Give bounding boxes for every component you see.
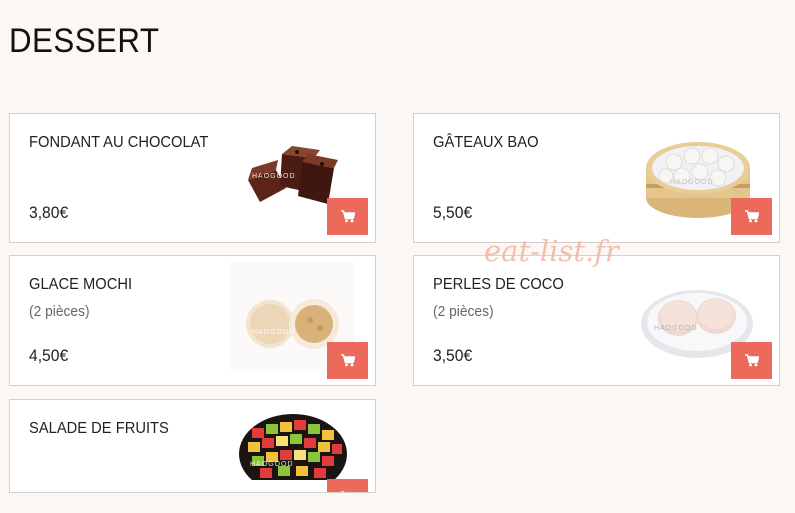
page-title: DESSERT: [9, 22, 160, 60]
shopping-cart-icon: [340, 491, 344, 492]
product-name: FONDANT AU CHOCOLAT: [29, 134, 209, 151]
product-name: GLACE MOCHI: [29, 276, 133, 293]
svg-text:HAOGOOD: HAOGOOD: [670, 179, 714, 186]
svg-text:HAOGOOD: HAOGOOD: [252, 173, 296, 180]
watermark-text: eat-list.fr: [484, 234, 619, 268]
svg-text:HAOGOOD: HAOGOOD: [252, 329, 296, 336]
shopping-cart-icon: [744, 354, 759, 367]
add-to-cart-button[interactable]: [731, 198, 772, 235]
fruit-salad-image: HAOGOOD: [238, 414, 348, 492]
product-description: (2 pièces): [433, 303, 494, 320]
add-to-cart-button[interactable]: [327, 198, 368, 235]
svg-text:HAOGOOD: HAOGOOD: [250, 461, 294, 468]
product-card-perles-de-coco[interactable]: PERLES DE COCO (2 pièces) HAOGOOD 3,50€: [413, 255, 780, 386]
product-card-fondant-au-chocolat[interactable]: FONDANT AU CHOCOLAT HAOGOOD 3,80€: [9, 113, 376, 243]
product-card-glace-mochi[interactable]: GLACE MOCHI (2 pièces) HAOGOOD 4,50€: [9, 255, 376, 386]
product-name: SALADE DE FRUITS: [29, 420, 169, 437]
product-price: 5,50€: [433, 203, 473, 222]
shopping-cart-icon: [340, 354, 355, 367]
shopping-cart-icon: [744, 210, 759, 223]
shopping-cart-icon: [340, 210, 355, 223]
add-to-cart-button[interactable]: [327, 342, 368, 379]
product-description: (2 pièces): [29, 303, 90, 320]
product-price: 3,50€: [433, 346, 473, 365]
svg-text:HAOGOOD: HAOGOOD: [654, 325, 698, 332]
product-name: PERLES DE COCO: [433, 276, 564, 293]
product-price: 3,80€: [29, 203, 69, 222]
product-price: 4,50€: [29, 346, 69, 365]
product-name: GÂTEAUX BAO: [433, 134, 539, 151]
add-to-cart-button[interactable]: [327, 479, 368, 492]
add-to-cart-button[interactable]: [731, 342, 772, 379]
product-card-gateaux-bao[interactable]: GÂTEAUX BAO HAOGOOD 5,50€: [413, 113, 780, 243]
product-card-salade-de-fruits[interactable]: SALADE DE FRUITS HAOGOOD: [9, 399, 376, 493]
